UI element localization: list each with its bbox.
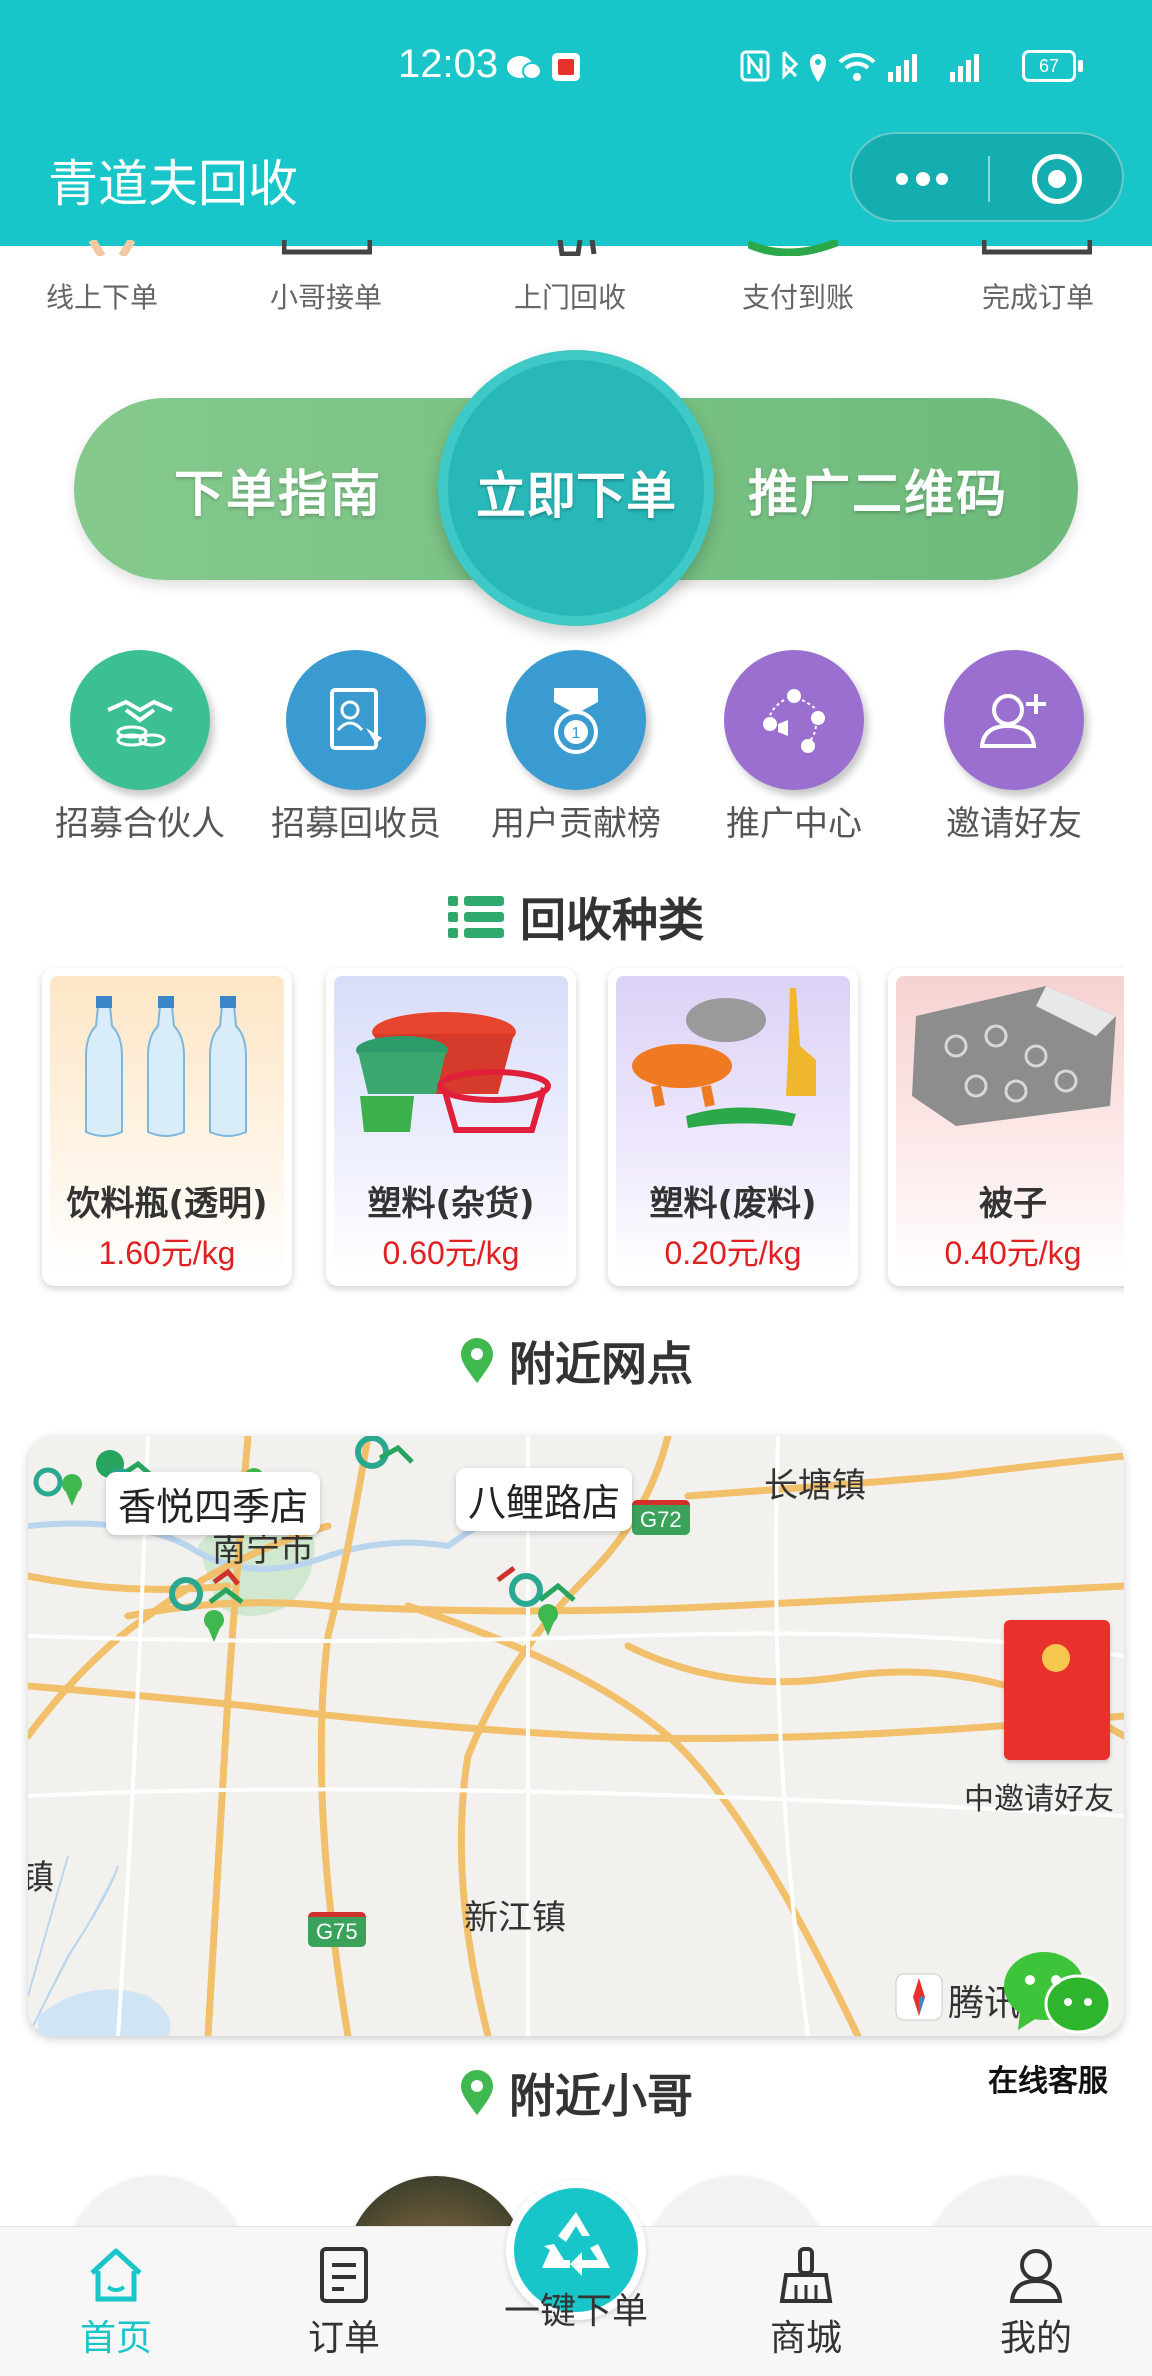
section-title-categories: 回收种类 bbox=[0, 884, 1152, 950]
medal-icon: 1 bbox=[506, 650, 646, 790]
feature-label: 招募回收员 bbox=[271, 804, 441, 844]
category-name: 被子 bbox=[979, 1184, 1047, 1224]
tab-label: 首页 bbox=[79, 2318, 152, 2359]
more-icon[interactable] bbox=[892, 164, 952, 194]
order-guide-button[interactable]: 下单指南 bbox=[174, 454, 382, 526]
share-network-icon bbox=[724, 650, 864, 790]
step-icon bbox=[982, 240, 1092, 255]
close-mini-program-icon[interactable] bbox=[1032, 154, 1082, 204]
tab-label: 订单 bbox=[307, 2318, 380, 2359]
quilt-icon bbox=[912, 986, 1116, 1126]
section-title-stations: 附近网点 bbox=[0, 1328, 1152, 1394]
category-price: 0.20元/kg bbox=[664, 1235, 802, 1271]
tab-label: 我的 bbox=[999, 2318, 1072, 2359]
category-name: 塑料(杂货) bbox=[367, 1184, 535, 1224]
capsule-divider bbox=[988, 156, 990, 202]
toy-animals-icon bbox=[632, 988, 816, 1128]
place-order-button[interactable]: 立即下单 bbox=[438, 350, 714, 626]
category-price: 0.60元/kg bbox=[382, 1235, 520, 1271]
section-title-text: 附近小哥 bbox=[509, 2069, 693, 2123]
app-header: 12:03 67 青道夫回收 bbox=[0, 0, 1152, 246]
category-list: 饮料瓶(透明) 1.60元/kg 塑料(杂货) 0.60元/kg 塑料(废料) … bbox=[0, 960, 1124, 1300]
compass-icon bbox=[895, 1973, 943, 2021]
category-name: 塑料(废料) bbox=[649, 1184, 817, 1224]
step-label: 支付到账 bbox=[741, 281, 854, 314]
category-card[interactable]: 被子 0.40元/kg bbox=[888, 968, 1124, 1286]
step-icon bbox=[282, 240, 372, 255]
location-pin-icon bbox=[461, 2070, 493, 2115]
order-list-icon bbox=[320, 2247, 368, 2303]
category-card[interactable]: 饮料瓶(透明) 1.60元/kg bbox=[42, 968, 292, 1286]
stations-map[interactable]: G72 G75 南宁市 长塘镇 新江镇 镇 中邀请好友 香悦四季店 八鲤路店 腾… bbox=[28, 1436, 1124, 2036]
home-icon bbox=[90, 2248, 142, 2302]
add-user-icon bbox=[944, 650, 1084, 790]
resume-icon bbox=[286, 650, 426, 790]
battery-cap bbox=[1078, 60, 1083, 72]
mini-program-capsule bbox=[850, 132, 1124, 222]
feature-label: 邀请好友 bbox=[946, 804, 1082, 844]
step-label: 完成订单 bbox=[981, 281, 1094, 314]
feature-label: 用户贡献榜 bbox=[491, 804, 661, 844]
category-card[interactable]: 塑料(杂货) 0.60元/kg bbox=[326, 968, 576, 1286]
list-icon bbox=[448, 896, 504, 938]
recycle-icon bbox=[542, 2212, 610, 2276]
step-label: 上门回收 bbox=[513, 281, 626, 314]
basin-icon bbox=[356, 1012, 551, 1133]
step-icon bbox=[557, 240, 597, 256]
store-label[interactable]: 八鲤路店 bbox=[456, 1468, 633, 1531]
feature-label: 招募合伙人 bbox=[55, 804, 225, 844]
status-bar: 12:03 67 bbox=[0, 0, 1152, 130]
svg-text:1: 1 bbox=[572, 725, 581, 742]
section-title-couriers: 附近小哥 bbox=[0, 2060, 1152, 2126]
step-icon bbox=[748, 240, 838, 256]
battery-indicator: 67 bbox=[1022, 50, 1076, 82]
section-title-text: 回收种类 bbox=[520, 893, 704, 947]
broom-shop-icon bbox=[779, 2247, 833, 2303]
feature-label: 推广中心 bbox=[726, 804, 862, 844]
section-title-text: 附近网点 bbox=[509, 1337, 693, 1391]
category-price: 0.40元/kg bbox=[944, 1235, 1082, 1271]
category-price: 1.60元/kg bbox=[98, 1235, 236, 1271]
notification-icons bbox=[507, 53, 580, 81]
promo-qrcode-button[interactable]: 推广二维码 bbox=[748, 454, 1008, 526]
store-label[interactable]: 香悦四季店 bbox=[106, 1472, 321, 1535]
category-name: 饮料瓶(透明) bbox=[66, 1184, 268, 1224]
tab-label: 商城 bbox=[769, 2318, 842, 2359]
status-indicators: 67 bbox=[740, 44, 1083, 88]
signal-wifi-icons bbox=[740, 50, 979, 82]
feature-grid: 招募合伙人 招募回收员 1 用户贡献榜 推广中心 邀请好友 bbox=[0, 650, 1152, 850]
place-order-label: 立即下单 bbox=[476, 467, 676, 525]
station-marker bbox=[169, 1568, 244, 1642]
user-icon bbox=[1009, 2249, 1063, 2303]
status-time: 12:03 bbox=[398, 42, 499, 86]
category-card[interactable]: 塑料(废料) 0.20元/kg bbox=[608, 968, 858, 1286]
page-title: 青道夫回收 bbox=[48, 155, 298, 213]
order-steps: 线上下单 小哥接单 上门回收 支付到账 完成订单 bbox=[0, 240, 1152, 326]
step-icon bbox=[88, 240, 136, 256]
red-packet-icon[interactable] bbox=[1004, 1620, 1110, 1760]
quick-order-label: 一键下单 bbox=[503, 2291, 648, 2332]
station-marker bbox=[496, 1566, 576, 1636]
handshake-icon bbox=[70, 650, 210, 790]
bottle-icon bbox=[85, 996, 247, 1137]
step-label: 小哥接单 bbox=[269, 281, 382, 314]
step-label: 线上下单 bbox=[45, 281, 158, 314]
location-pin-icon bbox=[461, 1338, 493, 1383]
wechat-chat-icon[interactable] bbox=[1000, 1946, 1112, 2042]
